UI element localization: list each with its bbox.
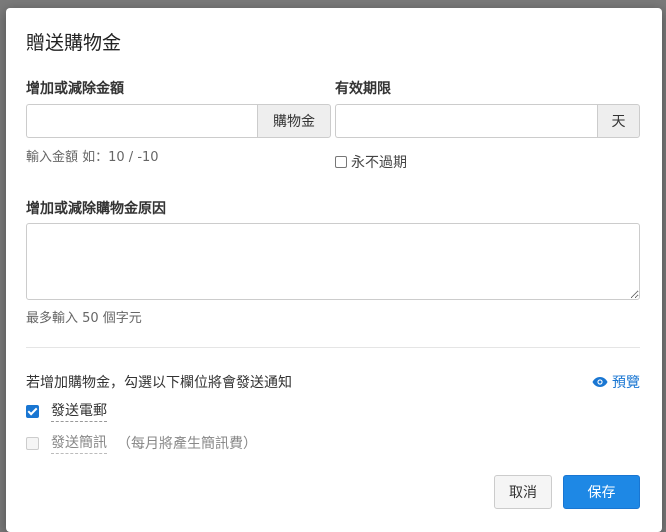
preview-link[interactable]: 預覽 <box>592 372 640 392</box>
amount-label: 增加或減除金額 <box>26 81 124 97</box>
send-sms-label: 發送簡訊 <box>51 432 107 454</box>
expiry-input-group: 天 <box>335 104 640 138</box>
sms-fee-note: （每月將產生簡訊費） <box>117 436 257 452</box>
reason-textarea[interactable] <box>26 223 640 300</box>
dialog-title: 贈送購物金 <box>26 32 122 54</box>
send-email-checkbox[interactable] <box>26 404 39 418</box>
send-sms-checkbox[interactable] <box>26 436 39 450</box>
expiry-label: 有效期限 <box>335 81 391 97</box>
never-expire-row[interactable]: 永不過期 <box>335 152 407 172</box>
preview-label: 預覽 <box>612 375 640 391</box>
expiry-input[interactable] <box>335 104 597 138</box>
never-expire-checkbox[interactable] <box>335 156 347 168</box>
amount-input-group: 購物金 <box>26 104 331 138</box>
amount-addon: 購物金 <box>257 104 331 138</box>
amount-input[interactable] <box>26 104 257 138</box>
eye-icon <box>592 377 608 387</box>
reason-label: 增加或減除購物金原因 <box>26 201 166 217</box>
notify-text: 若增加購物金，勾選以下欄位將會發送通知 <box>26 375 292 391</box>
reason-help-text: 最多輸入 50 個字元 <box>26 311 142 326</box>
amount-help-text: 輸入金額 如：10 / -10 <box>26 150 159 165</box>
cancel-button[interactable]: 取消 <box>494 475 552 509</box>
send-sms-option[interactable]: 發送簡訊 （每月將產生簡訊費） <box>26 432 257 454</box>
save-button[interactable]: 保存 <box>563 475 640 509</box>
expiry-addon: 天 <box>597 104 640 138</box>
send-email-label: 發送電郵 <box>51 400 107 422</box>
divider <box>26 347 640 348</box>
never-expire-label: 永不過期 <box>351 155 407 171</box>
send-email-option[interactable]: 發送電郵 <box>26 400 107 422</box>
gift-credit-dialog: 贈送購物金 增加或減除金額 購物金 輸入金額 如：10 / -10 有效期限 天… <box>6 8 662 532</box>
